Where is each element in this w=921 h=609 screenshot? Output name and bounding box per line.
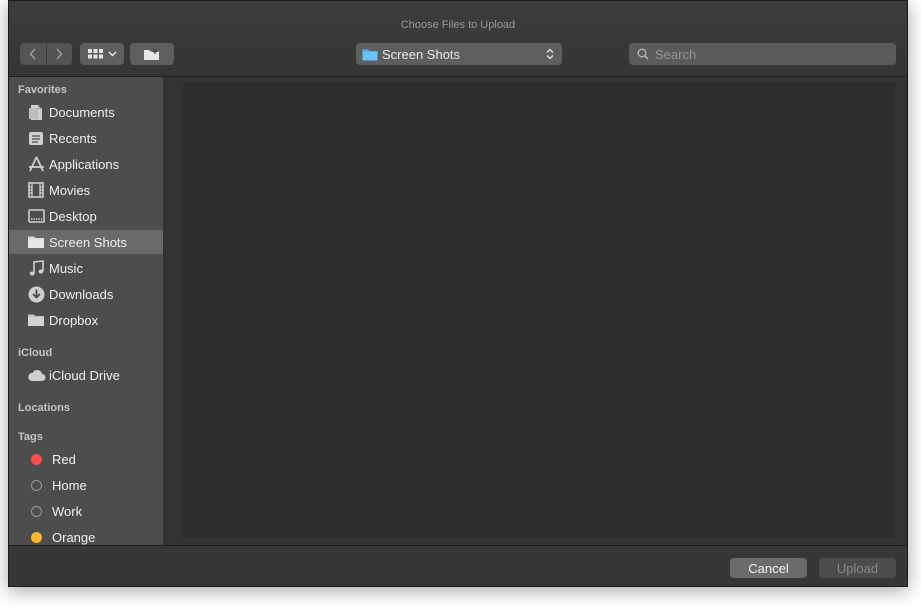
dialog-footer: Cancel Upload xyxy=(9,545,907,586)
folder-icon xyxy=(26,233,46,251)
file-browser xyxy=(164,77,907,545)
applications-icon xyxy=(26,155,46,173)
grid-view-icon xyxy=(87,49,103,59)
new-folder-button[interactable] xyxy=(130,43,174,65)
toolbar: Choose Files to Upload Screen Shots Sear… xyxy=(9,1,907,77)
sidebar-item-label: Work xyxy=(52,503,83,519)
location-popup[interactable]: Screen Shots xyxy=(356,43,562,65)
tag-color-dot xyxy=(31,479,42,491)
tag-color-dot xyxy=(31,505,42,517)
section-icloud: iCloud xyxy=(18,347,53,359)
sidebar-item-downloads[interactable]: Downloads xyxy=(9,282,163,306)
folder-icon xyxy=(362,49,378,60)
file-upload-dialog: Choose Files to Upload Screen Shots Sear… xyxy=(8,0,908,587)
download-icon xyxy=(26,285,46,303)
sidebar-item-icloud-drive[interactable]: iCloud Drive xyxy=(9,363,163,387)
sidebar-item-label: Dropbox xyxy=(49,312,99,328)
sidebar-item-label: Screen Shots xyxy=(49,234,128,250)
sidebar-item-label: Desktop xyxy=(49,208,97,224)
sidebar-item-dropbox[interactable]: Dropbox xyxy=(9,308,163,332)
forward-button[interactable] xyxy=(45,43,73,65)
recents-icon xyxy=(26,129,46,147)
sidebar-item-label: Music xyxy=(49,260,83,276)
sidebar-item-label: Red xyxy=(52,451,76,467)
search-icon xyxy=(637,48,649,60)
cloud-icon xyxy=(26,366,46,384)
film-icon xyxy=(26,181,46,199)
sidebar-tag-red[interactable]: Red xyxy=(9,447,163,471)
sidebar-item-label: Orange xyxy=(52,529,96,545)
search-field[interactable] xyxy=(629,43,896,65)
window-title: Choose Files to Upload xyxy=(400,19,516,31)
sidebar-tag-work[interactable]: Work xyxy=(9,499,163,523)
section-locations: Locations xyxy=(18,402,70,414)
sidebar-item-applications[interactable]: Applications xyxy=(9,152,163,176)
desktop-icon xyxy=(26,207,46,225)
chevron-left-icon xyxy=(29,48,36,60)
section-tags: Tags xyxy=(18,431,43,443)
sidebar-item-label: Movies xyxy=(49,182,91,198)
sidebar-item-recents[interactable]: Recents xyxy=(9,126,163,150)
sidebar-tag-orange[interactable]: Orange xyxy=(9,525,163,545)
back-button[interactable] xyxy=(20,43,46,65)
search-input[interactable] xyxy=(655,46,888,62)
tag-color-dot xyxy=(31,453,42,465)
tag-color-dot xyxy=(31,531,42,543)
view-options-button[interactable] xyxy=(80,43,124,65)
folder-icon xyxy=(26,311,46,329)
updown-chevron-icon xyxy=(546,48,554,60)
cancel-button[interactable]: Cancel xyxy=(730,558,807,578)
section-favorites: Favorites xyxy=(18,84,67,96)
upload-button[interactable]: Upload xyxy=(819,558,896,578)
location-label: Screen Shots xyxy=(382,46,461,62)
sidebar-item-movies[interactable]: Movies xyxy=(9,178,163,202)
sidebar-item-screen-shots[interactable]: Screen Shots xyxy=(9,230,163,254)
sidebar-item-desktop[interactable]: Desktop xyxy=(9,204,163,228)
navigation-buttons xyxy=(20,43,72,65)
sidebar-item-label: Recents xyxy=(49,130,97,146)
sidebar-item-label: Home xyxy=(52,477,87,493)
sidebar-item-label: iCloud Drive xyxy=(49,367,120,383)
chevron-right-icon xyxy=(56,48,63,60)
music-note-icon xyxy=(26,259,46,277)
document-icon xyxy=(26,103,46,121)
new-folder-icon xyxy=(144,48,159,60)
sidebar-tag-home[interactable]: Home xyxy=(9,473,163,497)
sidebar-item-music[interactable]: Music xyxy=(9,256,163,280)
sidebar-item-label: Applications xyxy=(49,156,120,172)
sidebar: Favorites Documents Recents Applications… xyxy=(9,77,164,545)
sidebar-item-label: Documents xyxy=(49,104,115,120)
file-list[interactable] xyxy=(183,82,895,538)
sidebar-item-label: Downloads xyxy=(49,286,114,302)
chevron-down-icon xyxy=(107,51,117,57)
sidebar-item-documents[interactable]: Documents xyxy=(9,100,163,124)
